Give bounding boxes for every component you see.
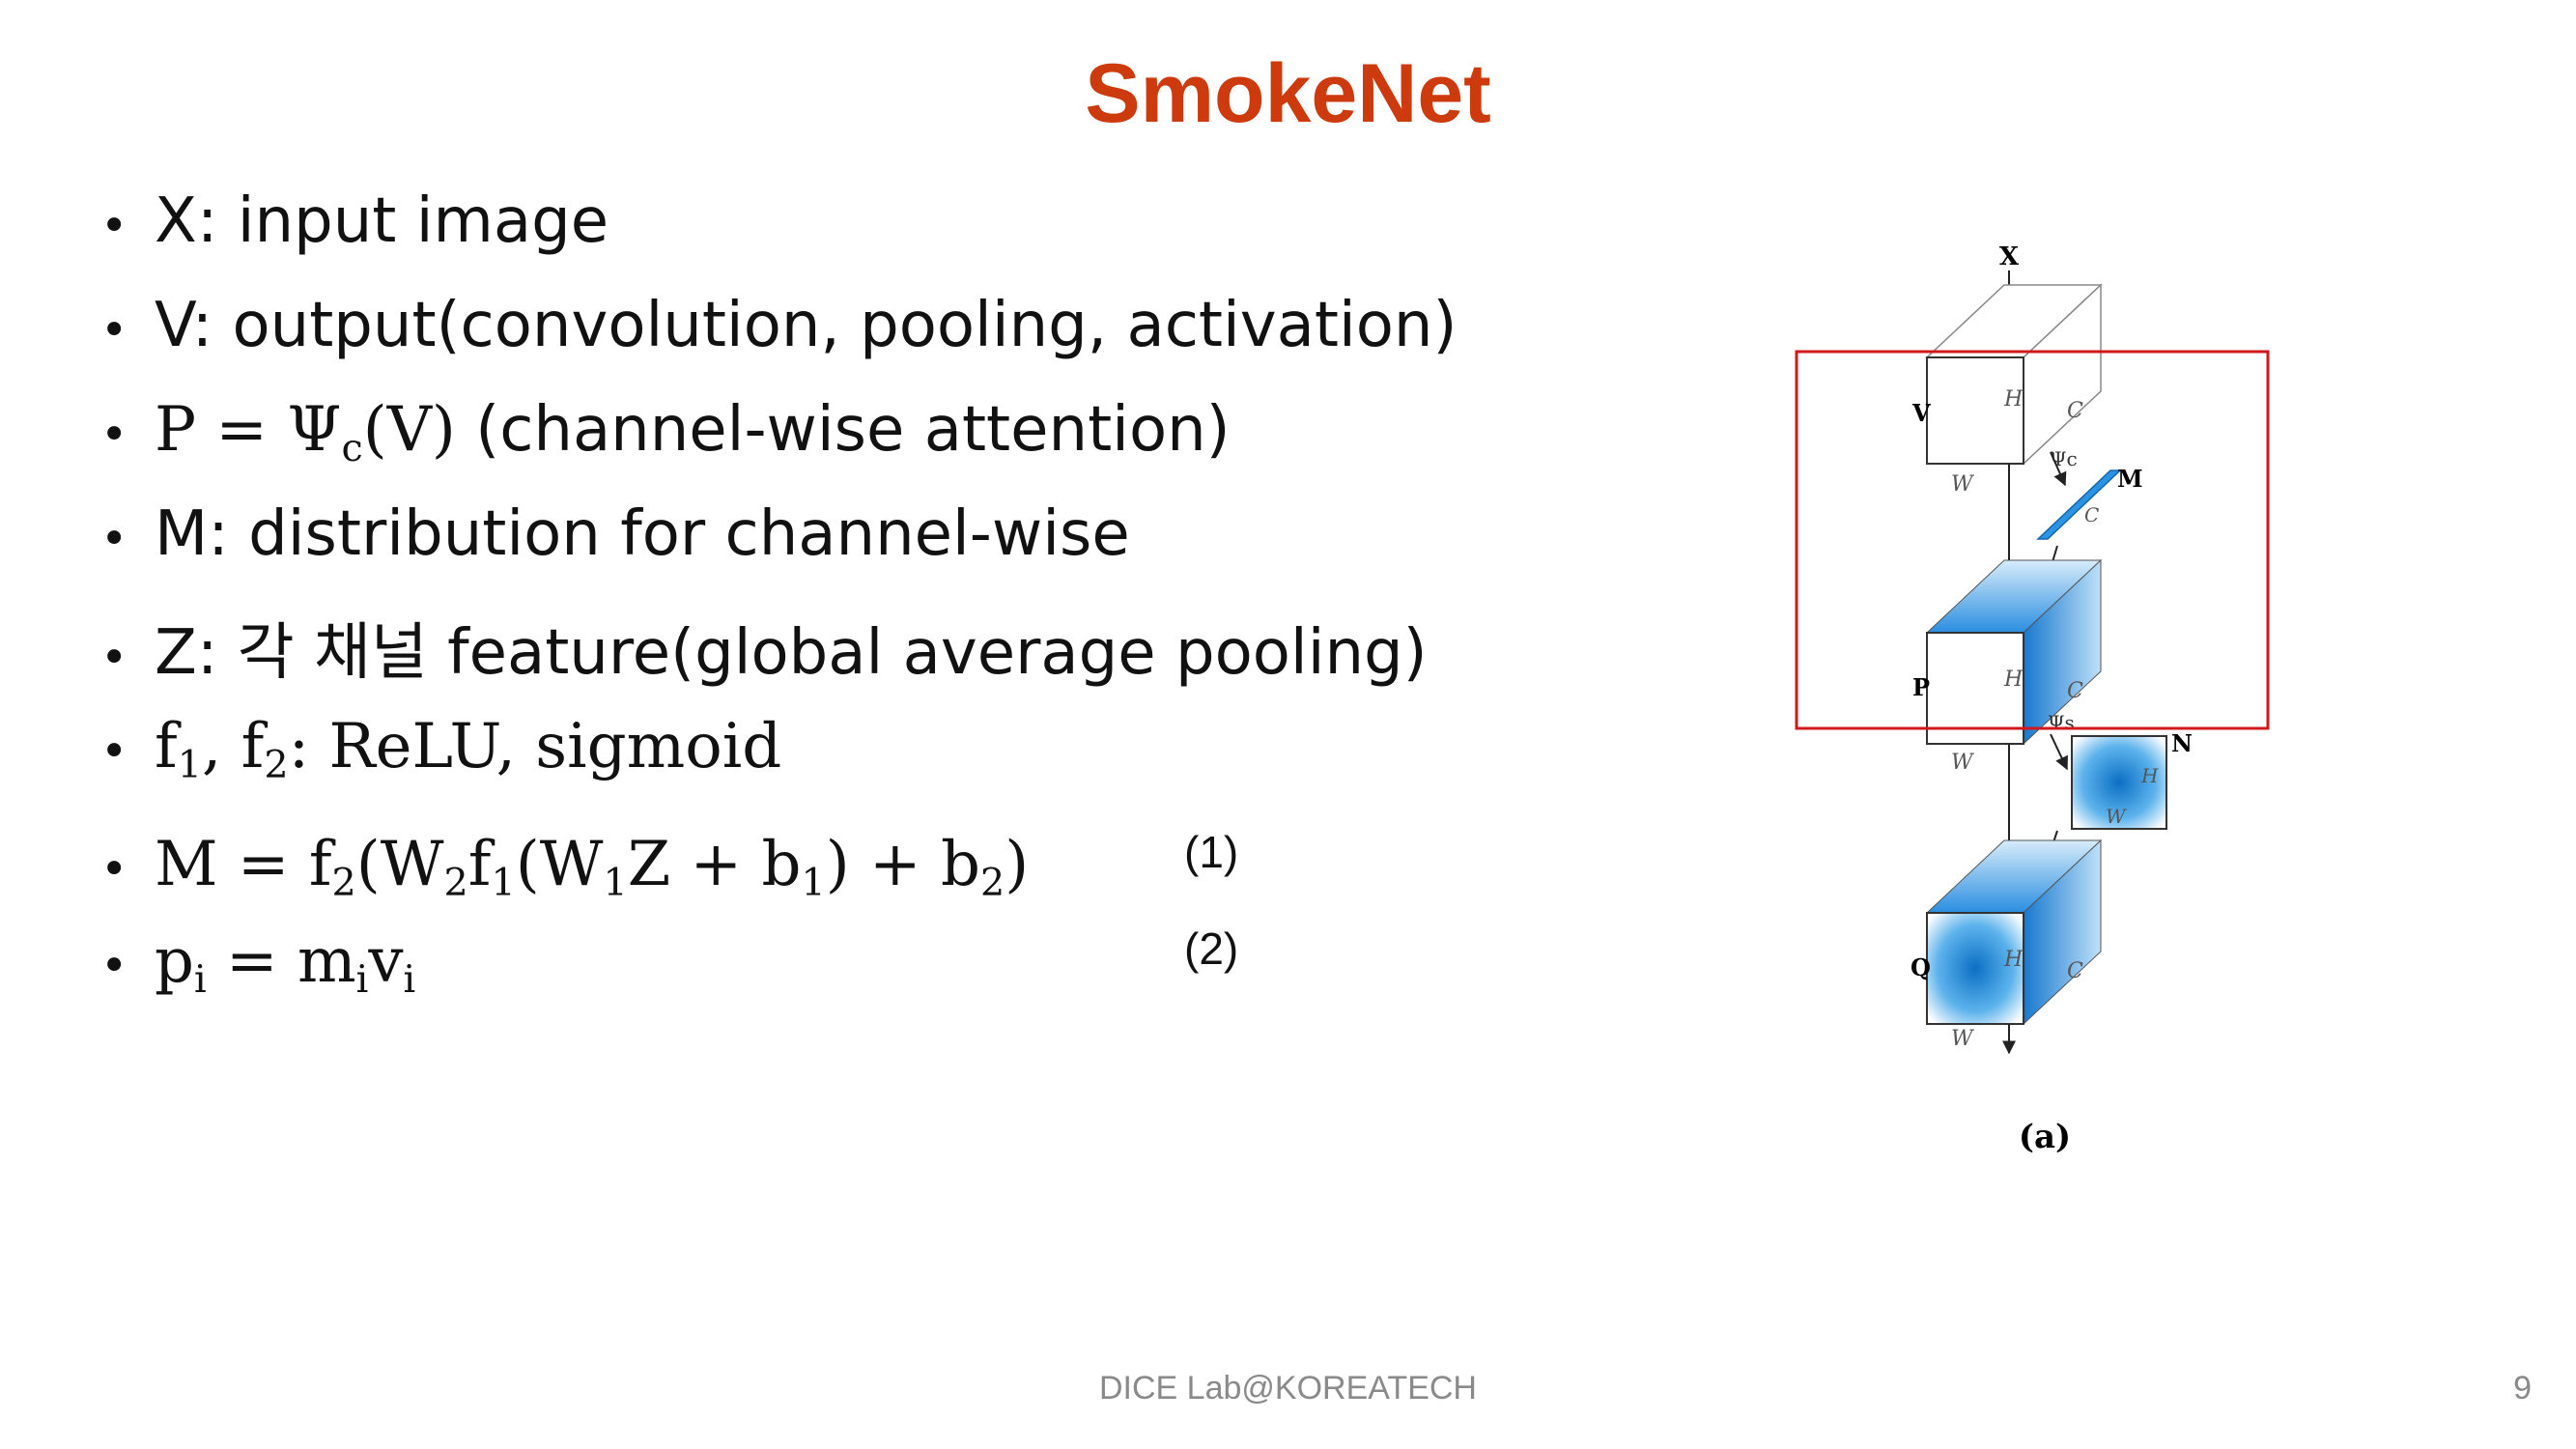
bullet-item: • pi = mivi xyxy=(100,925,416,1003)
label-h: H xyxy=(2140,764,2159,787)
label-psi-s: Ψs xyxy=(2048,711,2075,734)
label-w: W xyxy=(2106,805,2127,828)
bullet-item: • Z: 각 채널 feature(global average pooling… xyxy=(100,603,1428,692)
page-number: 9 xyxy=(2513,1370,2532,1406)
math-formula: f1, f2: ReLU, sigmoid xyxy=(155,711,782,788)
label-c: C xyxy=(2067,959,2083,983)
label-p: P xyxy=(1912,673,1930,701)
label-h: H xyxy=(2003,668,2024,692)
bullet-dot-icon: • xyxy=(100,939,128,993)
bullet-item: • V: output(convolution, pooling, activa… xyxy=(100,290,1457,361)
math-formula: pi = mivi xyxy=(155,925,416,1003)
label-m: M xyxy=(2117,465,2143,493)
attention-vector-m xyxy=(2036,469,2122,540)
bullet-dot-icon: • xyxy=(100,199,128,253)
cube-q xyxy=(1925,838,2103,1026)
label-w: W xyxy=(1951,751,1975,775)
bullet-dot-icon: • xyxy=(100,303,128,357)
bullet-item: • M: distribution for channel-wise xyxy=(100,498,1130,570)
bullet-text: Z: 각 채널 feature(global average pooling) xyxy=(155,617,1428,689)
bullet-item: • f1, f2: ReLU, sigmoid xyxy=(100,711,782,788)
label-n: N xyxy=(2171,729,2193,757)
psi-s-arrow xyxy=(2050,733,2068,771)
cube-v xyxy=(1925,283,2103,466)
bullet-text: (channel-wise attention) xyxy=(455,394,1231,466)
bullet-item: • M = f2(W2f1(W1Z + b1) + b2) xyxy=(100,829,1030,906)
bullet-item: • X: input image xyxy=(100,185,609,257)
math-formula: M = f2(W2f1(W1Z + b1) + b2) xyxy=(155,829,1030,906)
bullet-item: • P = Ψc(V) (channel-wise attention) xyxy=(100,394,1231,471)
label-w: W xyxy=(1951,472,1975,497)
equation-number-1: (1) xyxy=(1184,827,1239,877)
bullet-dot-icon: • xyxy=(100,631,128,685)
bullet-text: V: output(convolution, pooling, activati… xyxy=(155,290,1458,361)
bullet-dot-icon: • xyxy=(100,512,128,566)
bullet-dot-icon: • xyxy=(100,408,128,462)
label-c: C xyxy=(2067,679,2083,703)
label-h: H xyxy=(2003,387,2024,412)
cube-p xyxy=(1925,558,2103,746)
footer-text: DICE Lab@KOREATECH xyxy=(1099,1370,1477,1406)
slide-title: SmokeNet xyxy=(1085,47,1491,140)
bullet-dot-icon: • xyxy=(100,842,128,896)
label-q: Q xyxy=(1911,953,1931,981)
bullet-dot-icon: • xyxy=(100,724,128,779)
label-x: X xyxy=(1999,242,2020,271)
label-h: H xyxy=(2003,948,2024,972)
bullet-text: X: input image xyxy=(155,185,609,257)
label-v: V xyxy=(1911,399,1931,427)
equation-number-2: (2) xyxy=(1184,923,1239,974)
figure-caption: (a) xyxy=(2019,1118,2071,1156)
math-formula: P = Ψc(V) xyxy=(155,394,456,471)
label-c: C xyxy=(2067,399,2083,423)
label-w: W xyxy=(1951,1027,1975,1051)
bullet-text: M: distribution for channel-wise xyxy=(155,498,1130,570)
attention-figure: X V H C W Ψc M C P H C W Ψs N H W Q H C … xyxy=(1795,242,2270,1156)
label-c: C xyxy=(2084,503,2099,526)
